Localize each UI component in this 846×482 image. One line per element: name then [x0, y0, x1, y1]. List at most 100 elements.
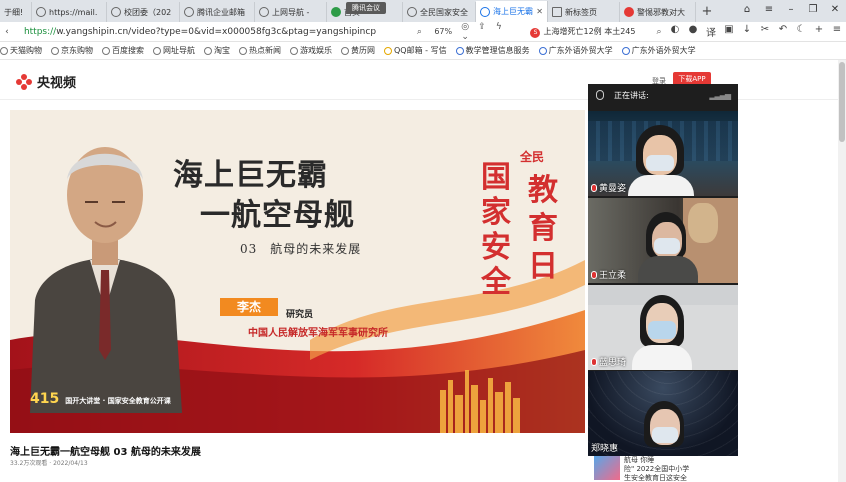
lightning-icon[interactable]: ϟ — [492, 22, 506, 32]
tab-9[interactable]: 警惕邪教对大 — [620, 2, 696, 22]
bookmark-icon — [204, 46, 212, 55]
poster-tag-small: 全民 — [520, 150, 545, 164]
tab-1[interactable]: https://mail. — [32, 2, 107, 22]
zoom-level[interactable]: 67% — [434, 27, 452, 36]
chevron-down-icon[interactable]: ⌄ — [458, 32, 472, 42]
participant-name: 蓝思琦 — [591, 355, 626, 368]
grid-icon — [552, 7, 562, 17]
app-icon — [331, 7, 341, 17]
qq-mail-icon — [384, 46, 392, 55]
hamburger-icon[interactable]: ≡ — [828, 24, 846, 39]
speaker-org: 中国人民解放军海军军事研究所 — [248, 328, 388, 339]
plus-icon[interactable]: + — [810, 24, 828, 39]
program-badge: 415 国开大讲堂 · 国家安全教育公开课 — [30, 391, 171, 407]
maximize-icon[interactable]: ❐ — [802, 0, 824, 20]
moon-icon[interactable]: ☾ — [792, 24, 810, 39]
scrollbar-thumb[interactable] — [839, 62, 845, 142]
muted-mic-icon — [591, 270, 597, 279]
tab-6[interactable]: 全民国家安全 — [403, 2, 476, 22]
meeting-header: 正在讲话: ▂▃▄▅ — [588, 84, 738, 106]
new-tab-button[interactable]: + — [696, 2, 718, 22]
bookmark-item[interactable]: 广东外语外贸大学 — [621, 45, 696, 56]
tab-3[interactable]: 腾讯企业邮箱 — [180, 2, 255, 22]
speaker-role: 研究员 — [286, 310, 314, 320]
address-bar: ‹ https://w.yangshipin.cn/video?type=0&v… — [0, 22, 846, 42]
video-title-line2: 一航空母舰 — [200, 198, 355, 233]
bookmark-item[interactable]: 天猫购物 — [0, 45, 42, 56]
related-video-card[interactable]: 航母 你睡 险" 2022全国中小学 生安全教育日这安全 — [594, 456, 744, 482]
participant-tile[interactable]: 蓝思琦 — [588, 285, 738, 370]
participant-tile[interactable]: 黄曼姿 — [588, 111, 738, 196]
folder-icon — [621, 46, 630, 55]
tab-0[interactable]: 于细! — [0, 2, 32, 22]
bookmark-icon — [341, 46, 349, 55]
video-meta: 33.2万次观看 · 2022/04/13 — [10, 460, 88, 467]
share-icon[interactable]: ⇪ — [475, 22, 489, 32]
participant-name: 郑晓惠 — [591, 444, 619, 454]
signal-icon: ▂▃▄▅ — [709, 90, 731, 100]
scissors-icon[interactable]: ✂ — [756, 24, 774, 39]
bookmark-icon — [455, 46, 464, 55]
globe-icon — [36, 7, 46, 17]
page-title: 海上巨无霸一航空母舰 03 航母的未来发展 — [10, 447, 201, 458]
meeting-pill[interactable]: 腾讯会议 — [346, 2, 386, 14]
tab-8[interactable]: 新标签页 — [548, 2, 620, 22]
bookmark-item[interactable]: 百度搜索 — [102, 45, 144, 56]
bookmark-item[interactable]: 热点新闻 — [239, 45, 281, 56]
globe-icon — [407, 7, 417, 17]
video-player[interactable]: 海上巨无霸 一航空母舰 03 航母的未来发展 李杰 研究员 中国人民解放军海军军… — [10, 110, 585, 433]
close-window-icon[interactable]: ✕ — [824, 0, 846, 20]
globe-icon — [259, 7, 269, 17]
url-field[interactable]: https://w.yangshipin.cn/video?type=0&vid… — [24, 27, 412, 37]
window-controls: ⌂ ≡ – ❐ ✕ — [736, 0, 846, 20]
zoom-icon[interactable]: ⌕ — [412, 27, 426, 37]
site-icon — [624, 7, 634, 17]
bookmark-item[interactable]: 淘宝 — [204, 45, 230, 56]
bookmark-item[interactable]: 黄历网 — [341, 45, 375, 56]
chat-icon[interactable]: ● — [684, 24, 702, 39]
search-engine-icon: S — [530, 27, 541, 38]
shield-icon[interactable]: ◎ — [458, 22, 472, 32]
poster-vertical-text-1: 国家安全 — [481, 160, 511, 300]
bookmark-icon — [51, 46, 59, 55]
shirt-icon[interactable]: ⌂ — [736, 0, 758, 20]
folder-icon — [538, 46, 547, 55]
search-icon[interactable]: ⌕ — [652, 27, 666, 37]
participant-name: 王立柔 — [591, 268, 626, 281]
tab-2[interactable]: 校团委（202 — [107, 2, 180, 22]
participant-tile[interactable]: 郑晓惠 — [588, 371, 738, 456]
speaker-portrait — [30, 147, 182, 413]
bookmarks-bar: 天猫购物 京东购物 百度搜索 网址导航 淘宝 热点新闻 游戏娱乐 黄历网 QQ邮… — [0, 42, 846, 60]
poster-vertical-text-2: 教育日 — [528, 173, 558, 284]
game-icon[interactable]: ◐ — [666, 24, 684, 39]
bookmark-icon — [102, 46, 110, 55]
extension-icon[interactable]: ▣ — [720, 24, 738, 39]
bookmark-item[interactable]: 京东购物 — [51, 45, 93, 56]
search-input[interactable]: S 上海增死亡12例 本土245 — [530, 26, 652, 38]
download-icon[interactable]: ↓ — [738, 24, 756, 39]
undo-icon[interactable]: ↶ — [774, 24, 792, 39]
bookmark-item[interactable]: 游戏娱乐 — [290, 45, 332, 56]
site-logo[interactable]: 央视频 — [16, 72, 76, 91]
video-title-line1: 海上巨无霸 — [173, 158, 328, 193]
globe-icon — [480, 6, 490, 17]
related-thumbnail — [594, 456, 620, 480]
translate-icon[interactable]: 译 — [702, 24, 720, 39]
bookmark-item[interactable]: 教学管理信息服务 — [455, 45, 530, 56]
mail-icon — [184, 7, 194, 17]
menu-icon[interactable]: ≡ — [758, 0, 780, 20]
bookmark-item[interactable]: 网址导航 — [153, 45, 195, 56]
muted-mic-icon — [591, 183, 597, 192]
bookmark-icon — [153, 46, 161, 55]
microphone-icon — [596, 90, 604, 100]
participant-tile[interactable]: 王立柔 — [588, 198, 738, 283]
tab-4[interactable]: 上网导航 - — [255, 2, 327, 22]
page-scrollbar[interactable] — [838, 60, 846, 482]
meeting-panel: 正在讲话: ▂▃▄▅ 黄曼姿 王立柔 蓝思琦 郑晓惠 — [588, 84, 738, 456]
close-tab-icon[interactable]: ✕ — [536, 7, 543, 16]
chevron-left-icon[interactable]: ‹ — [0, 27, 14, 37]
bookmark-item[interactable]: 广东外语外贸大学 — [538, 45, 613, 56]
tab-7-active[interactable]: 海上巨无霸 ✕ — [476, 1, 548, 22]
bookmark-item[interactable]: QQ邮箱 - 写信 — [384, 45, 447, 56]
minimize-icon[interactable]: – — [780, 0, 802, 20]
